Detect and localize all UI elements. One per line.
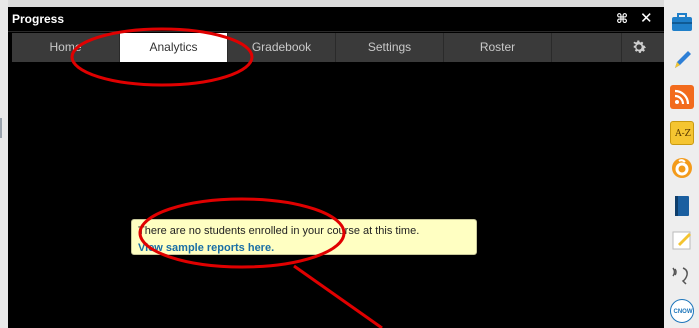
tab-gradebook[interactable]: Gradebook bbox=[228, 33, 336, 62]
left-strip bbox=[0, 0, 8, 328]
pencil-icon[interactable] bbox=[670, 48, 694, 72]
briefcase-icon[interactable] bbox=[670, 10, 694, 34]
title-bar: Progress ⌘ ✕ bbox=[8, 7, 664, 32]
right-dock: A-Z CNOW bbox=[664, 0, 699, 328]
tab-home[interactable]: Home bbox=[12, 33, 120, 62]
close-icon[interactable]: ✕ bbox=[640, 10, 653, 28]
collapse-icon[interactable]: ⌘ bbox=[616, 10, 628, 28]
cnow-label: CNOW bbox=[673, 309, 693, 315]
o-app-icon[interactable] bbox=[670, 156, 694, 180]
cnow-icon[interactable]: CNOW bbox=[670, 299, 694, 323]
notice-message: There are no students enrolled in your c… bbox=[138, 225, 420, 237]
window-title: Progress bbox=[12, 12, 65, 26]
progress-panel: Progress ⌘ ✕ Home Analytics Gradebook Se… bbox=[8, 7, 664, 328]
audio-speaker-icon[interactable] bbox=[670, 263, 694, 287]
book-icon[interactable] bbox=[670, 194, 694, 218]
view-sample-reports-link[interactable]: View sample reports here. bbox=[138, 241, 274, 256]
gear-icon[interactable] bbox=[630, 38, 648, 56]
az-label: A-Z bbox=[675, 129, 691, 139]
top-strip bbox=[0, 0, 664, 7]
tab-roster[interactable]: Roster bbox=[444, 33, 552, 62]
rss-icon[interactable] bbox=[670, 85, 694, 109]
az-dictionary-icon[interactable]: A-Z bbox=[670, 121, 694, 145]
left-strip-marker bbox=[0, 118, 2, 138]
tab-settings[interactable]: Settings bbox=[336, 33, 444, 62]
tab-spacer bbox=[552, 33, 622, 62]
tab-analytics[interactable]: Analytics bbox=[120, 33, 228, 62]
no-students-notice: There are no students enrolled in your c… bbox=[131, 219, 477, 255]
note-icon[interactable] bbox=[670, 228, 694, 252]
tab-bar: Home Analytics Gradebook Settings Roster bbox=[12, 33, 664, 62]
